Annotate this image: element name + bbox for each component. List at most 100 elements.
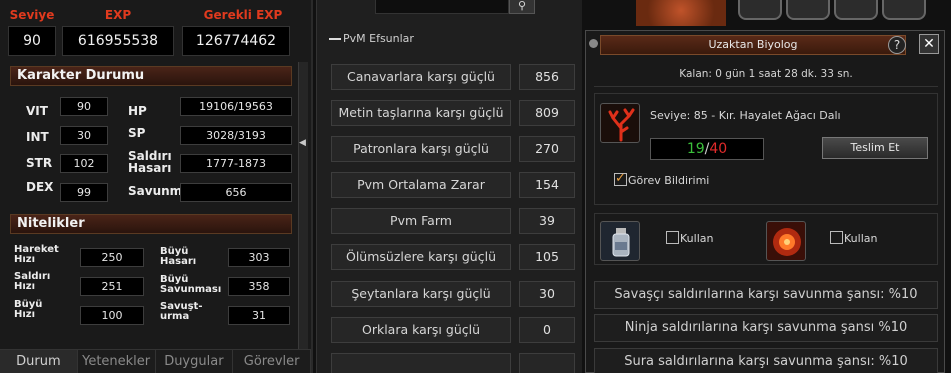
magic-attack-label-line2: Hasarı [160,256,197,267]
panel-scrollbar[interactable] [298,62,308,352]
defense-value: 656 [180,183,292,202]
dex-label: DEX [26,180,54,194]
tab-durum[interactable]: Durum [0,349,78,373]
potion-bottle-icon [600,221,640,261]
defense-label: Savunm [128,184,183,198]
pvm-row-value: 30 [519,281,575,307]
sp-label: SP [128,126,146,140]
move-speed-value: 250 [80,248,144,267]
magic-speed-label-line2: Hızı [14,309,36,320]
str-value: 102 [60,154,108,173]
exp-value: 616955538 [62,26,174,56]
magic-attack-label: Büyü Hasarı [160,247,196,267]
magic-speed-value: 100 [80,306,144,325]
attack-speed-label-line2: Hızı [14,281,36,292]
use-label-1: Kullan [680,232,714,245]
traits-title: Nitelikler [10,214,292,234]
pvm-row-label: Pvm Ortalama Zarar [331,172,511,198]
required-exp-label: Gerekli EXP [203,8,283,22]
magic-defense-value: 358 [228,277,290,296]
defense-bonus-ninja: Ninja saldırılarına karşı savunma şansı … [594,314,938,342]
move-speed-label-line2: Hızı [14,254,36,265]
pvm-panel: ⚲ PvM Efsunlar Canavarlara karşı güçlü 8… [316,0,582,373]
vit-value: 90 [60,97,108,116]
pvm-row-label: Ölümsüzlere karşı güçlü [331,244,511,270]
pvm-row-label: Şeytanlara karşı güçlü [331,281,511,307]
character-status-title: Karakter Durumu [10,66,292,86]
use-checkbox-1[interactable] [666,231,679,244]
pvm-row-label: Metin taşlarına karşı güçlü [331,100,511,126]
level-label: Seviye [9,8,55,22]
sp-value: 3028/3193 [180,126,292,145]
close-button[interactable]: ✕ [919,34,939,54]
pvm-row-value: 105 [519,244,575,270]
magnifier-icon: ⚲ [517,0,527,12]
menu-slot-icon[interactable] [738,0,782,20]
window-pin-icon [589,39,598,48]
exp-label: EXP [104,8,132,22]
pvm-row-label: Canavarlara karşı güçlü [331,64,511,90]
use-label-2: Kullan [844,232,878,245]
ghost-tree-branch-icon [600,103,640,143]
pvm-row-label: Pvm Farm [331,208,511,234]
pvm-row-value: 0 [519,317,575,343]
pvm-row-value: 856 [519,64,575,90]
magic-defense-label: Büyü Savunması [160,275,221,295]
collapse-arrow-icon[interactable]: ◀ [299,138,306,148]
tab-duygular[interactable]: Duygular [155,349,234,373]
pvm-row-value: 270 [519,136,575,162]
evasion-value: 31 [228,306,290,325]
use-checkbox-2[interactable] [830,231,843,244]
remaining-time: Kalan: 0 gün 1 saat 28 dk. 33 sn. [594,61,938,87]
level-value: 90 [8,26,56,56]
search-input[interactable] [375,0,509,14]
pvm-header-label: PvM Efsunlar [343,32,414,45]
magic-attack-value: 303 [228,248,290,267]
pvm-row-label [331,353,511,373]
magic-defense-label-line2: Savunması [160,284,222,295]
pvm-row-value: 154 [519,172,575,198]
defense-bonus-warrior: Savaşçı saldırılarına karşı savunma şans… [594,281,938,309]
defense-bonus-sura: Sura saldırılarına karşı savunma şansı: … [594,348,938,373]
attack-damage-label-line2: Hasarı [128,161,172,175]
menu-slot-icon[interactable] [786,0,830,20]
evasion-label-line2: urma [160,311,190,322]
menu-slot-icon[interactable] [882,0,926,20]
notify-checkbox[interactable] [614,171,627,186]
attack-damage-label: Saldırı Hasarı [128,150,172,174]
deliver-button[interactable]: Teslim Et [822,137,928,159]
attack-speed-label: Saldırı Hızı [14,272,50,292]
count-need: 40 [709,141,728,157]
move-speed-label: Hareket Hızı [14,245,59,265]
search-button[interactable]: ⚲ [509,0,535,14]
evasion-label: Savuşt- urma [160,302,202,322]
character-tabs: Durum Yetenekler Duygular Görevler [0,349,311,373]
notify-label: Görev Bildirimi [628,174,710,187]
hp-value: 19106/19563 [180,97,292,116]
attack-speed-value: 251 [80,277,144,296]
collapse-dash-icon [329,38,341,40]
int-value: 30 [60,126,108,145]
character-panel: Seviye EXP Gerekli EXP 90 616955538 1267… [0,0,313,373]
help-icon[interactable]: ? [888,36,906,54]
vit-label: VIT [26,104,48,118]
pvm-header[interactable]: PvM Efsunlar [329,32,414,45]
int-label: INT [26,130,49,144]
pvm-row-label: Orklara karşı güçlü [331,317,511,343]
pvm-row-label: Patronlara karşı güçlü [331,136,511,162]
item-count: 19/40 [650,138,764,160]
fire-heart-icon [766,221,806,261]
menu-slot-icon[interactable] [834,0,878,20]
biolog-window: Uzaktan Biyolog ? ✕ Kalan: 0 gün 1 saat … [585,30,945,373]
tab-yetenekler[interactable]: Yetenekler [77,349,156,373]
str-label: STR [26,156,53,170]
pvm-row-value: 39 [519,208,575,234]
pvm-row-value [519,353,575,373]
dex-value: 99 [60,183,108,202]
game-scene-image [636,0,726,26]
hp-label: HP [128,104,147,118]
magic-speed-label: Büyü Hızı [14,300,42,320]
tab-gorevler[interactable]: Görevler [233,349,311,373]
item-name: Seviye: 85 - Kır. Hayalet Ağacı Dalı [650,109,841,122]
window-title[interactable]: Uzaktan Biyolog [600,35,906,55]
